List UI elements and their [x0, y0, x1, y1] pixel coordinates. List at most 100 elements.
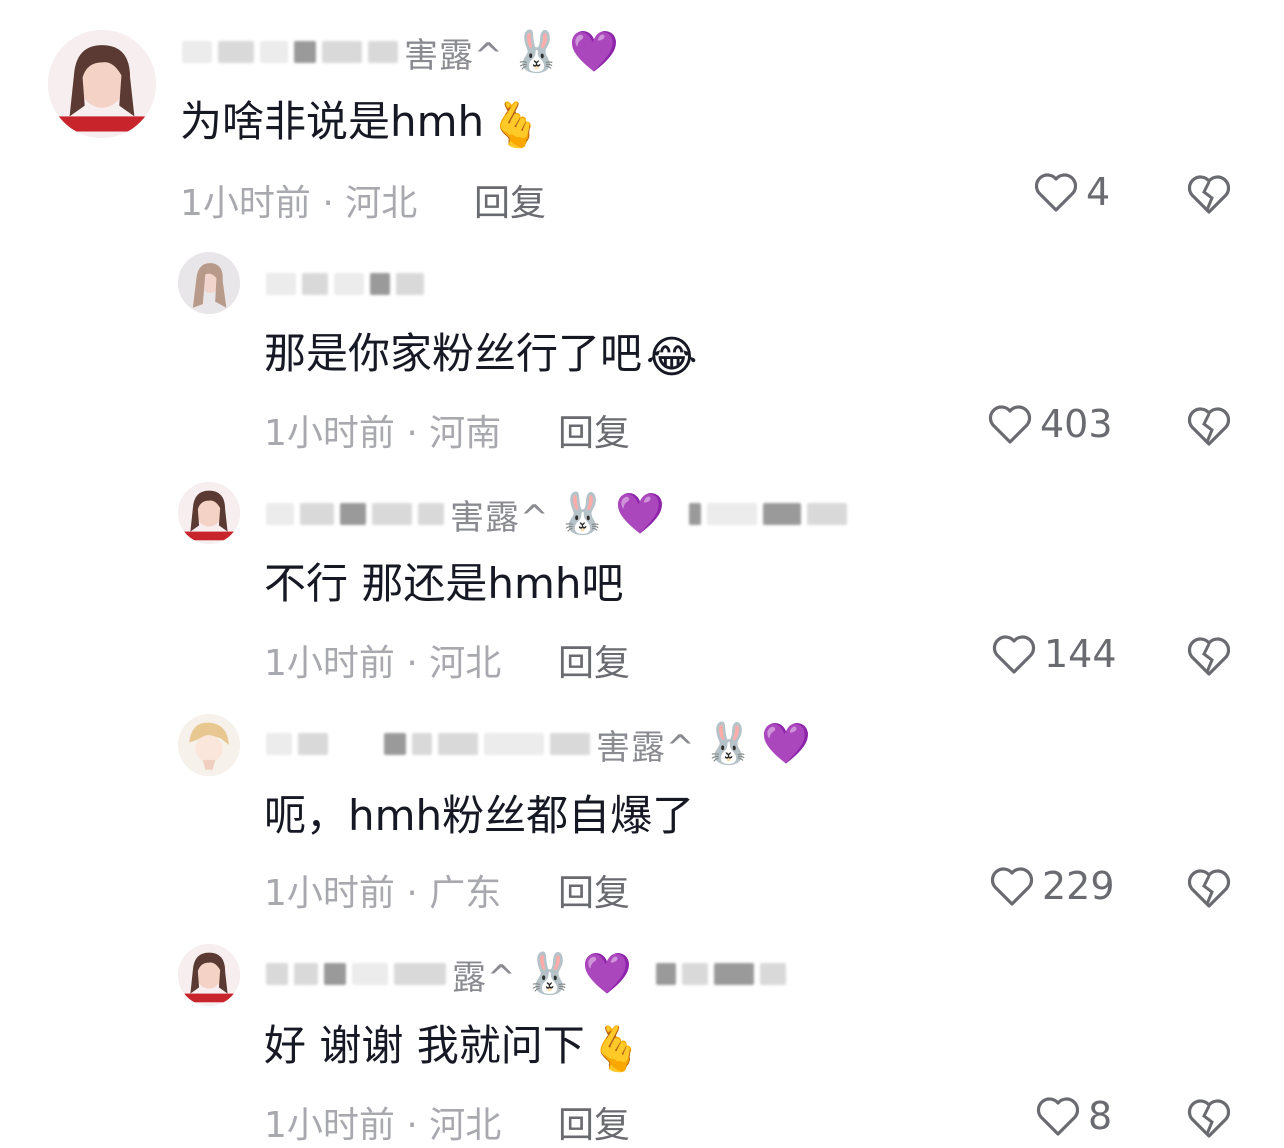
redacted-name-block — [324, 963, 346, 985]
like-button[interactable]: 403 — [986, 402, 1113, 446]
comment-meta: 1小时前 · 河北 — [264, 1105, 502, 1146]
redacted-name-block — [266, 733, 292, 755]
dislike-button[interactable] — [1186, 634, 1232, 682]
avatar-image — [178, 944, 240, 1006]
redacted-name-block — [260, 41, 288, 63]
redacted-name-block — [370, 273, 390, 295]
rabbit-emoji-icon: 🐰 — [511, 29, 562, 75]
comment-text: 为啥非说是hmh🫰 — [180, 97, 543, 151]
broken-heart-icon — [1187, 637, 1231, 676]
redacted-name-block — [418, 503, 444, 525]
redacted-name-block — [438, 733, 478, 755]
like-count: 403 — [1040, 402, 1113, 446]
comment-meta: 1小时前 · 河南 — [264, 413, 502, 454]
redacted-name-block — [294, 963, 318, 985]
username-text: 害露^ — [450, 497, 550, 538]
broken-heart-icon — [1187, 407, 1231, 446]
comment-meta: 1小时前 · 河北 — [264, 643, 502, 684]
tears-of-joy-emoji-icon: 😂 — [646, 332, 698, 383]
comment-text: 好 谢谢 我就问下🫰 — [264, 1021, 644, 1075]
avatar-image — [178, 252, 240, 314]
dislike-button[interactable] — [1186, 172, 1232, 220]
reply-button[interactable]: 回复 — [558, 1096, 630, 1148]
username[interactable]: 害露^ 🐰 💜 — [182, 24, 619, 80]
rabbit-emoji-icon: 🐰 — [557, 491, 608, 537]
heart-outline-icon — [992, 635, 1036, 674]
finger-heart-emoji-icon: 🫰 — [488, 100, 543, 151]
avatar-image — [178, 482, 240, 544]
username[interactable]: 害露^ 🐰 💜 — [266, 486, 853, 542]
like-button[interactable]: 229 — [988, 864, 1115, 908]
heart-outline-icon — [990, 867, 1034, 906]
redacted-name-block — [394, 963, 446, 985]
heart-outline-icon — [988, 405, 1032, 444]
purple-heart-emoji-icon: 💜 — [761, 721, 812, 767]
dislike-button[interactable] — [1186, 1096, 1232, 1144]
redacted-name-block — [807, 503, 848, 525]
redacted-name-block — [218, 41, 254, 63]
avatar[interactable] — [178, 944, 240, 1006]
redacted-name-block — [334, 273, 364, 295]
redacted-name-block — [384, 733, 406, 755]
redacted-name-block — [372, 503, 412, 525]
redacted-name-block — [412, 733, 432, 755]
rabbit-emoji-icon: 🐰 — [703, 721, 754, 767]
comment-text: 那是你家粉丝行了吧😂 — [264, 329, 698, 383]
redacted-name-block — [682, 963, 709, 985]
broken-heart-icon — [1187, 175, 1231, 214]
dislike-button[interactable] — [1186, 404, 1232, 452]
like-button[interactable]: 8 — [1034, 1094, 1112, 1138]
redacted-name-block — [266, 273, 296, 295]
username[interactable] — [266, 256, 430, 312]
redacted-name-block — [266, 503, 294, 525]
like-count: 144 — [1044, 632, 1117, 676]
comment-text: 不行 那还是hmh吧 — [264, 559, 624, 608]
purple-heart-emoji-icon: 💜 — [582, 951, 633, 997]
heart-outline-icon — [1036, 1097, 1080, 1136]
redacted-name-block — [182, 41, 212, 63]
username-text: 露^ — [452, 957, 517, 998]
heart-outline-icon — [1034, 173, 1078, 212]
redacted-name-block — [707, 503, 758, 525]
redacted-name-block — [266, 963, 288, 985]
reply-button[interactable]: 回复 — [558, 864, 630, 916]
reply-button[interactable]: 回复 — [474, 174, 546, 226]
redacted-name-block — [322, 41, 362, 63]
username-text: 害露^ — [596, 727, 696, 768]
redacted-name-block — [298, 733, 328, 755]
reply-button[interactable]: 回复 — [558, 634, 630, 686]
avatar[interactable] — [178, 252, 240, 314]
redacted-name-block — [300, 503, 334, 525]
like-count: 4 — [1086, 170, 1111, 214]
broken-heart-icon — [1187, 869, 1231, 908]
redacted-name-block — [760, 963, 787, 985]
like-button[interactable]: 144 — [990, 632, 1117, 676]
comment-meta: 1小时前 · 广东 — [264, 873, 502, 914]
redacted-name-block — [484, 733, 544, 755]
avatar-image — [178, 714, 240, 776]
comment-meta: 1小时前 · 河北 — [180, 183, 418, 224]
purple-heart-emoji-icon: 💜 — [569, 29, 620, 75]
redacted-name-block — [368, 41, 398, 63]
username[interactable]: 害露^ 🐰 💜 — [266, 716, 811, 772]
redacted-name-block — [352, 963, 388, 985]
purple-heart-emoji-icon: 💜 — [615, 491, 666, 537]
avatar[interactable] — [178, 482, 240, 544]
username[interactable]: 露^ 🐰 💜 — [266, 946, 792, 1002]
like-count: 8 — [1088, 1094, 1113, 1138]
redacted-name-block — [294, 41, 316, 63]
redacted-name-block — [396, 273, 424, 295]
avatar[interactable] — [48, 30, 156, 138]
finger-heart-emoji-icon: 🫰 — [588, 1024, 644, 1075]
redacted-name-block — [550, 733, 590, 755]
comment-text: 呃，hmh粉丝都自爆了 — [264, 791, 695, 840]
redacted-name-block — [689, 503, 702, 525]
redacted-name-block — [340, 503, 366, 525]
reply-button[interactable]: 回复 — [558, 404, 630, 456]
like-button[interactable]: 4 — [1032, 170, 1110, 214]
username-text: 害露^ — [404, 35, 504, 76]
dislike-button[interactable] — [1186, 866, 1232, 914]
redacted-name-block — [714, 963, 755, 985]
avatar[interactable] — [178, 714, 240, 776]
like-count: 229 — [1042, 864, 1115, 908]
